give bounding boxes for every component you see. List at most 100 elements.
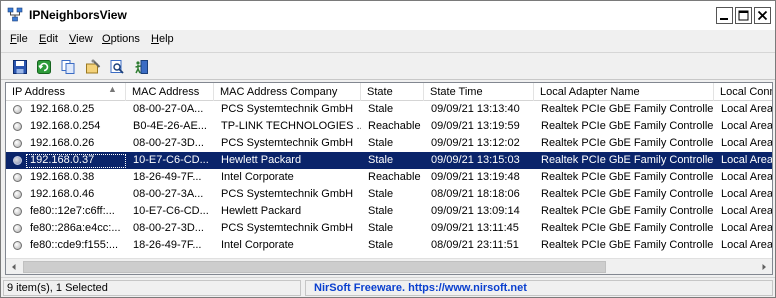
column-header-local-connection[interactable]: Local Conne xyxy=(714,83,772,101)
toolbar xyxy=(1,52,775,80)
status-dot-icon xyxy=(13,156,22,165)
menu-options[interactable]: Options xyxy=(102,33,140,45)
scrollbar-thumb[interactable] xyxy=(23,261,606,273)
network-app-icon xyxy=(7,7,23,23)
cell-ip-address: 192.168.0.254 xyxy=(30,120,101,132)
maximize-button[interactable] xyxy=(735,7,752,24)
cell-state: Stale xyxy=(368,188,394,200)
table-row-selected[interactable]: 192.168.0.37 10-E7-C6-CD... Hewlett Packar… xyxy=(6,152,772,169)
save-icon[interactable] xyxy=(10,57,30,77)
menu-file[interactable]: File xyxy=(10,33,28,45)
copy-icon[interactable] xyxy=(58,57,78,77)
cell-state-time: 09/09/21 13:09:14 xyxy=(431,205,520,217)
cell-mac-company: Intel Corporate xyxy=(221,239,294,251)
cell-local-adapter-name: Realtek PCIe GbE Family Controller xyxy=(541,137,714,149)
column-header-ip-address[interactable]: IP Address ▲ xyxy=(6,83,126,101)
cell-mac-company: PCS Systemtechnik GmbH xyxy=(221,103,354,115)
cell-ip-address: 192.168.0.37 xyxy=(26,154,126,168)
exit-icon[interactable] xyxy=(131,57,151,77)
cell-mac-address: 18-26-49-7F... xyxy=(133,171,202,183)
status-item-count: 9 item(s), 1 Selected xyxy=(3,280,301,296)
cell-local-connection: Local Area xyxy=(721,222,772,234)
cell-local-adapter-name: Realtek PCIe GbE Family Controller xyxy=(541,239,714,251)
cell-state-time: 08/09/21 18:18:06 xyxy=(431,188,520,200)
cell-ip-address: fe80::12e7:c6ff:... xyxy=(30,205,115,217)
find-icon[interactable] xyxy=(107,57,127,77)
menu-view[interactable]: View xyxy=(69,33,93,45)
sort-ascending-icon: ▲ xyxy=(108,84,117,94)
cell-mac-company: TP-LINK TECHNOLOGIES ... xyxy=(221,120,361,132)
close-button[interactable] xyxy=(754,7,771,24)
menu-help[interactable]: Help xyxy=(151,33,174,45)
cell-mac-company: PCS Systemtechnik GmbH xyxy=(221,222,354,234)
cell-local-connection: Local Area xyxy=(721,205,772,217)
status-dot-icon xyxy=(13,139,22,148)
status-dot-icon xyxy=(13,190,22,199)
cell-local-adapter-name: Realtek PCIe GbE Family Controller xyxy=(541,103,714,115)
horizontal-scrollbar[interactable] xyxy=(6,258,772,274)
cell-state-time: 09/09/21 13:11:45 xyxy=(431,222,519,234)
cell-state: Stale xyxy=(368,239,394,251)
cell-ip-address: fe80::cde9:f155:... xyxy=(30,239,119,251)
column-header-local-adapter-name[interactable]: Local Adapter Name xyxy=(534,83,714,101)
column-header-state[interactable]: State xyxy=(361,83,424,101)
status-dot-icon xyxy=(13,224,22,233)
title-bar[interactable]: IPNeighborsView xyxy=(1,1,775,30)
neighbors-list[interactable]: IP Address ▲ MAC Address MAC Address Com… xyxy=(5,82,773,275)
cell-state-time: 09/09/21 13:13:40 xyxy=(431,103,520,115)
cell-state-time: 09/09/21 13:15:03 xyxy=(431,154,520,166)
cell-state: Stale xyxy=(368,137,394,149)
menu-edit[interactable]: Edit xyxy=(39,33,58,45)
table-row[interactable]: 192.168.0.46 08-00-27-3A... PCS Systemtech… xyxy=(6,186,772,203)
cell-mac-address: 08-00-27-3A... xyxy=(133,188,204,200)
cell-local-connection: Local Area xyxy=(721,171,772,183)
properties-icon[interactable] xyxy=(83,57,103,77)
cell-local-adapter-name: Realtek PCIe GbE Family Controller xyxy=(541,222,714,234)
cell-mac-company: PCS Systemtechnik GmbH xyxy=(221,137,354,149)
scroll-right-icon[interactable] xyxy=(756,259,772,274)
cell-local-connection: Local Area xyxy=(721,137,772,149)
cell-mac-company: Hewlett Packard xyxy=(221,154,302,166)
cell-state: Stale xyxy=(368,154,394,166)
cell-state: Stale xyxy=(368,103,394,115)
table-row[interactable]: 192.168.0.254 B0-4E-26-AE... TP-LINK TECHN… xyxy=(6,118,772,135)
app-window: IPNeighborsView File Edit View Options H… xyxy=(0,0,776,298)
column-header-mac-company[interactable]: MAC Address Company xyxy=(214,83,361,101)
cell-ip-address: fe80::286a:e4cc:... xyxy=(30,222,121,234)
table-row[interactable]: 192.168.0.26 08-00-27-3D... PCS Systemtech… xyxy=(6,135,772,152)
column-header-mac-address[interactable]: MAC Address xyxy=(126,83,214,101)
cell-mac-company: Intel Corporate xyxy=(221,171,294,183)
table-row[interactable]: fe80::cde9:f155:... 18-26-49-7F... Intel C… xyxy=(6,237,772,254)
cell-local-connection: Local Area xyxy=(721,120,772,132)
nirsoft-link[interactable]: NirSoft Freeware. https://www.nirsoft.ne… xyxy=(305,280,773,296)
status-dot-icon xyxy=(13,122,22,131)
column-header-state-time[interactable]: State Time xyxy=(424,83,534,101)
table-row[interactable]: fe80::12e7:c6ff:... 10-E7-C6-CD... Hewlett… xyxy=(6,203,772,220)
cell-state: Stale xyxy=(368,205,394,217)
cell-mac-address: B0-4E-26-AE... xyxy=(133,120,207,132)
cell-state-time: 09/09/21 13:12:02 xyxy=(431,137,520,149)
status-dot-icon xyxy=(13,105,22,114)
cell-local-adapter-name: Realtek PCIe GbE Family Controller xyxy=(541,120,714,132)
cell-local-adapter-name: Realtek PCIe GbE Family Controller xyxy=(541,188,714,200)
minimize-button[interactable] xyxy=(716,7,733,24)
cell-local-adapter-name: Realtek PCIe GbE Family Controller xyxy=(541,171,714,183)
cell-state: Reachable xyxy=(368,171,421,183)
table-row[interactable]: 192.168.0.25 08-00-27-0A... PCS Systemtech… xyxy=(6,101,772,118)
scroll-left-icon[interactable] xyxy=(6,259,22,274)
refresh-icon[interactable] xyxy=(34,57,54,77)
cell-mac-address: 08-00-27-0A... xyxy=(133,103,204,115)
cell-state: Stale xyxy=(368,222,394,234)
list-header: IP Address ▲ MAC Address MAC Address Com… xyxy=(6,83,772,101)
table-row[interactable]: fe80::286a:e4cc:... 08-00-27-3D... PCS Sys… xyxy=(6,220,772,237)
cell-local-connection: Local Area xyxy=(721,154,772,166)
cell-local-connection: Local Area xyxy=(721,239,772,251)
cell-state: Reachable xyxy=(368,120,421,132)
table-row[interactable]: 192.168.0.38 18-26-49-7F... Intel Corporat… xyxy=(6,169,772,186)
cell-local-adapter-name: Realtek PCIe GbE Family Controller xyxy=(541,205,714,217)
menu-bar: File Edit View Options Help xyxy=(1,30,775,50)
cell-mac-address: 10-E7-C6-CD... xyxy=(133,154,209,166)
cell-ip-address: 192.168.0.25 xyxy=(30,103,95,115)
status-dot-icon xyxy=(13,173,22,182)
cell-ip-address: 192.168.0.38 xyxy=(30,171,95,183)
